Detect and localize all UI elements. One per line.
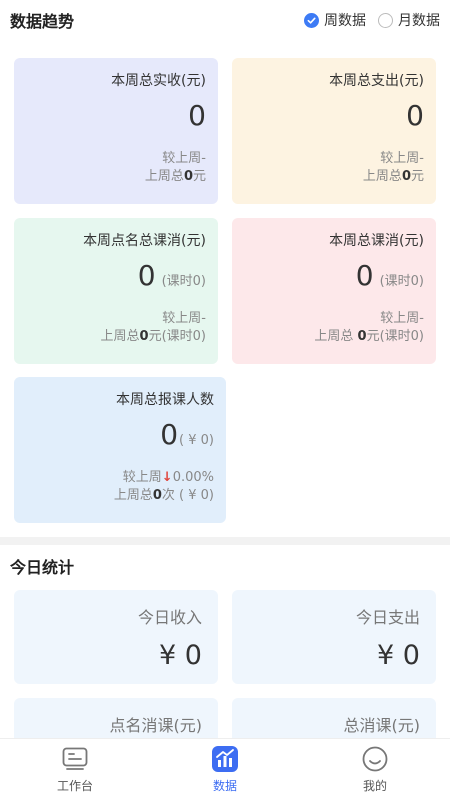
- today-expense-value: ¥ 0: [377, 640, 420, 671]
- arrow-down-icon: ↓: [161, 470, 173, 486]
- rollcall-value: 0: [137, 259, 156, 292]
- enroll-compare: 较上周↓0.00% 上周总0次 ( ¥ 0): [26, 469, 214, 504]
- tab-mine-label: 我的: [362, 779, 387, 793]
- rollcall-card[interactable]: 本周点名总课消(元) 0 (课时0) 较上周- 上周总0元(课时0): [14, 218, 218, 364]
- smile-icon: [361, 745, 389, 773]
- expense-compare-line2: 上周总0元: [362, 168, 424, 184]
- consume-value: 0: [355, 259, 374, 292]
- expense-card[interactable]: 本周总支出(元) 0 较上周- 上周总0元: [232, 58, 436, 204]
- rollcall-unit: (课时0): [161, 274, 206, 289]
- enroll-label: 本周总报课人数: [116, 392, 214, 408]
- revenue-compare-line1: 较上周-: [162, 151, 206, 167]
- expense-compare: 较上周- 上周总0元: [244, 150, 424, 185]
- expense-label: 本周总支出(元): [329, 73, 424, 89]
- tab-workbench-label: 工作台: [56, 779, 93, 793]
- radio-empty-icon: [378, 12, 393, 28]
- consume-compare: 较上周- 上周总 0元(课时0): [244, 310, 424, 345]
- revenue-compare-line2: 上周总0元: [144, 168, 206, 184]
- enroll-compare-line1: 较上周↓0.00%: [122, 470, 214, 486]
- tab-workbench[interactable]: 工作台: [0, 739, 150, 800]
- rollcall-compare: 较上周- 上周总0元(课时0): [26, 310, 206, 345]
- workbench-icon: [61, 745, 89, 773]
- consume-label: 本周总课消(元): [329, 233, 424, 249]
- section-divider: [0, 537, 450, 545]
- consume-unit: (课时0): [379, 274, 424, 289]
- enroll-compare-line2: 上周总0次 ( ¥ 0): [113, 487, 214, 503]
- tab-data[interactable]: 数据: [150, 739, 300, 800]
- period-selector: 周数据 月数据: [304, 10, 440, 30]
- monthly-radio[interactable]: 月数据: [378, 10, 440, 30]
- rollcall-compare-line1: 较上周-: [162, 311, 206, 327]
- tab-data-label: 数据: [212, 779, 237, 793]
- bottom-tab-bar: 工作台 数据 我的: [0, 738, 450, 800]
- tab-mine[interactable]: 我的: [300, 739, 450, 800]
- monthly-label: 月数据: [398, 13, 440, 29]
- enroll-card[interactable]: 本周总报课人数 0( ¥ 0) 较上周↓0.00% 上周总0次 ( ¥ 0): [14, 377, 226, 523]
- trend-title: 数据趋势: [10, 12, 75, 31]
- today-header: 今日统计: [0, 546, 450, 586]
- chart-icon: [211, 745, 239, 773]
- consume-card[interactable]: 本周总课消(元) 0 (课时0) 较上周- 上周总 0元(课时0): [232, 218, 436, 364]
- consume-compare-line1: 较上周-: [380, 311, 424, 327]
- consume-compare-line2: 上周总 0元(课时0): [314, 328, 424, 344]
- enroll-value-row: 0( ¥ 0): [26, 418, 214, 451]
- trend-header: 数据趋势 周数据 月数据: [0, 0, 450, 40]
- today-expense-label: 今日支出: [355, 608, 420, 627]
- expense-value: 0: [406, 99, 424, 132]
- today-income-value: ¥ 0: [159, 640, 202, 671]
- enroll-value: 0: [160, 418, 179, 451]
- today-expense-card[interactable]: 今日支出 ¥ 0: [232, 590, 436, 684]
- weekly-label: 周数据: [324, 13, 366, 29]
- today-consume-label: 总消课(元): [343, 716, 421, 735]
- rollcall-label: 本周点名总课消(元): [83, 233, 206, 249]
- today-rollcall-label: 点名消课(元): [109, 716, 203, 735]
- expense-compare-line1: 较上周-: [380, 151, 424, 167]
- revenue-card[interactable]: 本周总实收(元) 0 较上周- 上周总0元: [14, 58, 218, 204]
- weekly-radio[interactable]: 周数据: [304, 10, 366, 30]
- today-income-label: 今日收入: [137, 608, 202, 627]
- revenue-compare: 较上周- 上周总0元: [26, 150, 206, 185]
- enroll-unit: ( ¥ 0): [179, 433, 214, 448]
- rollcall-compare-line2: 上周总0元(课时0): [100, 328, 206, 344]
- consume-value-row: 0 (课时0): [244, 259, 424, 292]
- revenue-value: 0: [188, 99, 206, 132]
- check-icon: [304, 12, 319, 28]
- today-income-card[interactable]: 今日收入 ¥ 0: [14, 590, 218, 684]
- revenue-label: 本周总实收(元): [111, 73, 206, 89]
- rollcall-value-row: 0 (课时0): [26, 259, 206, 292]
- today-title: 今日统计: [10, 558, 75, 577]
